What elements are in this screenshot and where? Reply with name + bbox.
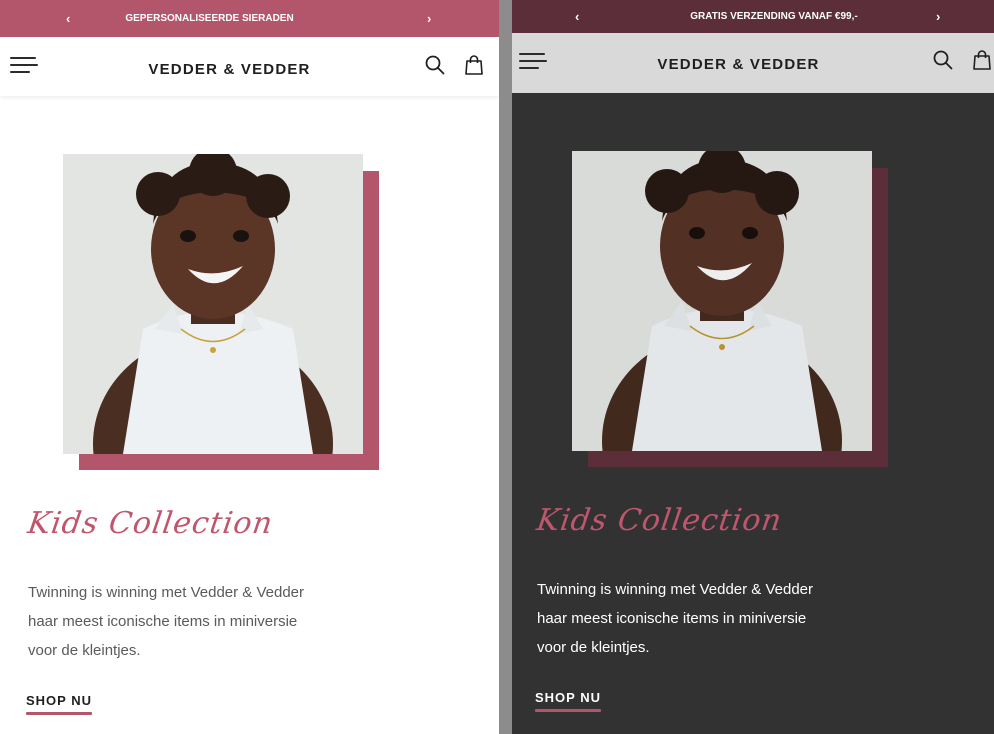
search-icon[interactable]: [424, 54, 446, 76]
pane-divider: [499, 0, 512, 734]
promo-next-button[interactable]: ›: [427, 11, 431, 26]
shop-now-link[interactable]: SHOP NU: [26, 693, 92, 715]
site-header: VEDDER & VEDDER: [512, 33, 994, 93]
shopping-bag-icon[interactable]: [971, 49, 993, 71]
dark-mode-pane: ‹ GRATIS VERZENDING VANAF €99,- › VEDDER…: [512, 0, 994, 734]
collection-description: Twinning is winning met Vedder & Vedder …: [537, 575, 857, 662]
description-line: voor de kleintjes.: [28, 642, 141, 659]
description-line: haar meest iconische items in miniversie: [28, 613, 298, 630]
shopping-bag-icon[interactable]: [463, 54, 485, 76]
collection-title: Kids Collection: [534, 503, 785, 538]
collection-description: Twinning is winning met Vedder & Vedder …: [28, 578, 348, 665]
light-mode-pane: ‹ GEPERSONALISEERDE SIERADEN › VEDDER & …: [0, 0, 499, 734]
description-line: Twinning is winning met Vedder & Vedder: [537, 581, 813, 598]
brand-logo[interactable]: VEDDER & VEDDER: [512, 56, 994, 73]
collection-title: Kids Collection: [25, 506, 276, 541]
description-line: voor de kleintjes.: [537, 639, 650, 656]
promo-next-button[interactable]: ›: [936, 9, 940, 24]
description-line: haar meest iconische items in miniversie: [537, 610, 807, 627]
promo-message: GEPERSONALISEERDE SIERADEN: [125, 13, 294, 24]
site-header: VEDDER & VEDDER: [0, 37, 499, 96]
description-line: Twinning is winning met Vedder & Vedder: [28, 584, 304, 601]
promo-bar: ‹ GRATIS VERZENDING VANAF €99,- ›: [512, 0, 994, 33]
promo-bar: ‹ GEPERSONALISEERDE SIERADEN ›: [0, 0, 499, 37]
shop-now-link[interactable]: SHOP NU: [535, 690, 601, 712]
hero-image: [63, 154, 363, 454]
search-icon[interactable]: [932, 49, 954, 71]
hero-image: [572, 151, 872, 451]
promo-message: GRATIS VERZENDING VANAF €99,-: [690, 11, 858, 22]
